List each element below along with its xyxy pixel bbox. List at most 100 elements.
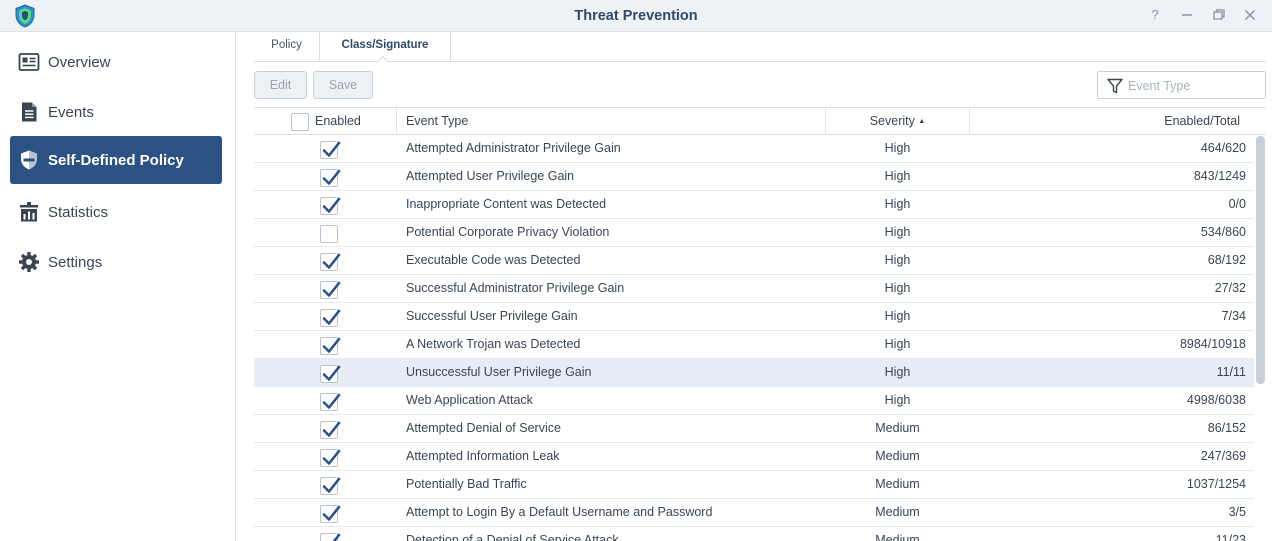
column-header-label: Enabled [315,114,361,128]
event-type-filter[interactable] [1097,71,1266,99]
sidebar-item-label: Self-Defined Policy [48,151,184,169]
enabled-total-cell: 7/34 [1221,309,1246,323]
table-row[interactable]: Potentially Bad Traffic Medium 1037/1254 [254,471,1254,499]
sort-ascending-icon: ▲ [918,118,926,125]
severity-cell: Medium [875,421,920,435]
severity-cell: Medium [875,533,920,541]
event-type-cell: A Network Trojan was Detected [406,337,581,351]
close-icon[interactable] [1243,8,1257,22]
row-enabled-checkbox[interactable] [320,337,341,355]
filter-icon [1107,78,1123,94]
sidebar-item-self-defined-policy[interactable]: Self-Defined Policy [10,136,222,184]
row-enabled-checkbox[interactable] [320,225,338,243]
enabled-total-cell: 68/192 [1207,253,1246,267]
event-type-cell: Web Application Attack [406,393,533,407]
restore-icon[interactable] [1212,8,1226,22]
severity-cell: High [884,169,911,183]
help-icon[interactable]: ? [1148,8,1162,22]
enabled-total-cell: 3/5 [1228,505,1246,519]
event-type-cell: Attempted Denial of Service [406,421,561,435]
event-type-cell: Potentially Bad Traffic [406,477,527,491]
sidebar-item-statistics[interactable]: Statistics [10,188,222,236]
severity-cell: High [884,225,911,239]
column-header-severity[interactable]: Severity ▲ [826,108,970,135]
sidebar-item-events[interactable]: Events [10,88,222,136]
row-enabled-checkbox[interactable] [320,309,341,327]
table-row[interactable]: Unsuccessful User Privilege Gain High 11/1… [254,359,1254,387]
table-row[interactable]: Executable Code was Detected High 68/192 [254,247,1254,275]
table-row[interactable]: Inappropriate Content was Detected High 0/… [254,191,1254,219]
sidebar-item-label: Settings [48,253,103,271]
enabled-total-cell: 464/620 [1200,141,1246,155]
table-row[interactable]: Attempted Administrator Privilege Gain Hi… [254,135,1254,163]
table-row[interactable]: Successful Administrator Privilege Gain H… [254,275,1254,303]
severity-cell: High [884,253,911,267]
enabled-total-cell: 1037/1254 [1186,477,1246,491]
sidebar-item-settings[interactable]: Settings [10,238,222,286]
event-type-cell: Detection of a Denial of Service Attack [406,533,619,541]
table-row[interactable]: Detection of a Denial of Service Attack M… [254,527,1254,541]
row-enabled-checkbox[interactable] [320,533,341,541]
row-enabled-checkbox[interactable] [320,477,341,495]
edit-button[interactable]: Edit [254,71,307,99]
enabled-total-cell: 86/152 [1207,421,1246,435]
severity-cell: High [884,365,911,379]
severity-cell: High [884,393,911,407]
table-row[interactable]: Attempted User Privilege Gain High 843/124… [254,163,1254,191]
table-row[interactable]: Attempted Information Leak Medium 247/369 [254,443,1254,471]
column-header-enabled[interactable]: Enabled [254,108,397,135]
row-enabled-checkbox[interactable] [320,281,341,299]
severity-cell: High [884,197,911,211]
event-type-cell: Attempted User Privilege Gain [406,169,575,183]
event-type-cell: Attempt to Login By a Default Username a… [406,505,713,519]
severity-cell: Medium [875,477,920,491]
row-enabled-checkbox[interactable] [320,141,341,159]
enabled-total-cell: 8984/10918 [1179,337,1246,351]
tab-bar: Policy Class/Signature [254,32,1266,62]
table-row[interactable]: A Network Trojan was Detected High 8984/10… [254,331,1254,359]
tab-policy[interactable]: Policy [254,32,320,62]
column-header-enabled-total[interactable]: Enabled/Total [970,108,1266,135]
table-body: Attempted Administrator Privilege Gain Hi… [254,135,1254,541]
table-row[interactable]: Successful User Privilege Gain High 7/34 [254,303,1254,331]
row-enabled-checkbox[interactable] [320,365,341,383]
vertical-scrollbar[interactable] [1256,136,1265,384]
enabled-total-cell: 534/860 [1200,225,1246,239]
title-bar: Threat Prevention ? [0,0,1272,32]
row-enabled-checkbox[interactable] [320,505,341,523]
row-enabled-checkbox[interactable] [320,421,341,439]
sidebar-item-overview[interactable]: Overview [10,38,222,86]
event-type-cell: Successful Administrator Privilege Gain [406,281,625,295]
table-row[interactable]: Potential Corporate Privacy Violation Hig… [254,219,1254,247]
table-row[interactable]: Web Application Attack High 4998/6038 [254,387,1254,415]
save-button[interactable]: Save [313,71,373,99]
event-type-filter-input[interactable] [1128,76,1258,96]
table-row[interactable]: Attempted Denial of Service Medium 86/152 [254,415,1254,443]
row-enabled-checkbox[interactable] [320,197,341,215]
window-title: Threat Prevention [574,8,698,24]
active-tab-indicator [378,56,388,62]
severity-cell: Medium [875,505,920,519]
severity-cell: High [884,281,911,295]
enabled-total-cell: 4998/6038 [1186,393,1246,407]
severity-cell: Medium [875,449,920,463]
minimize-icon[interactable] [1180,8,1194,22]
row-enabled-checkbox[interactable] [320,393,341,411]
row-enabled-checkbox[interactable] [320,169,341,187]
column-header-event-type[interactable]: Event Type [397,108,826,135]
row-enabled-checkbox[interactable] [320,449,341,467]
severity-cell: High [884,337,911,351]
enabled-total-cell: 247/369 [1200,449,1246,463]
enabled-total-cell: 27/32 [1214,281,1246,295]
sidebar: Overview Events Self-Defined Policy Stat… [0,32,236,541]
sidebar-item-label: Events [48,103,94,121]
column-header-label: Severity [869,114,915,128]
row-enabled-checkbox[interactable] [320,253,341,271]
enabled-total-cell: 0/0 [1228,197,1246,211]
gear-icon [19,252,39,272]
event-type-cell: Successful User Privilege Gain [406,309,578,323]
select-all-checkbox[interactable] [291,113,309,131]
overview-icon [18,53,40,71]
table-row[interactable]: Attempt to Login By a Default Username a… [254,499,1254,527]
sidebar-item-label: Overview [48,53,111,71]
